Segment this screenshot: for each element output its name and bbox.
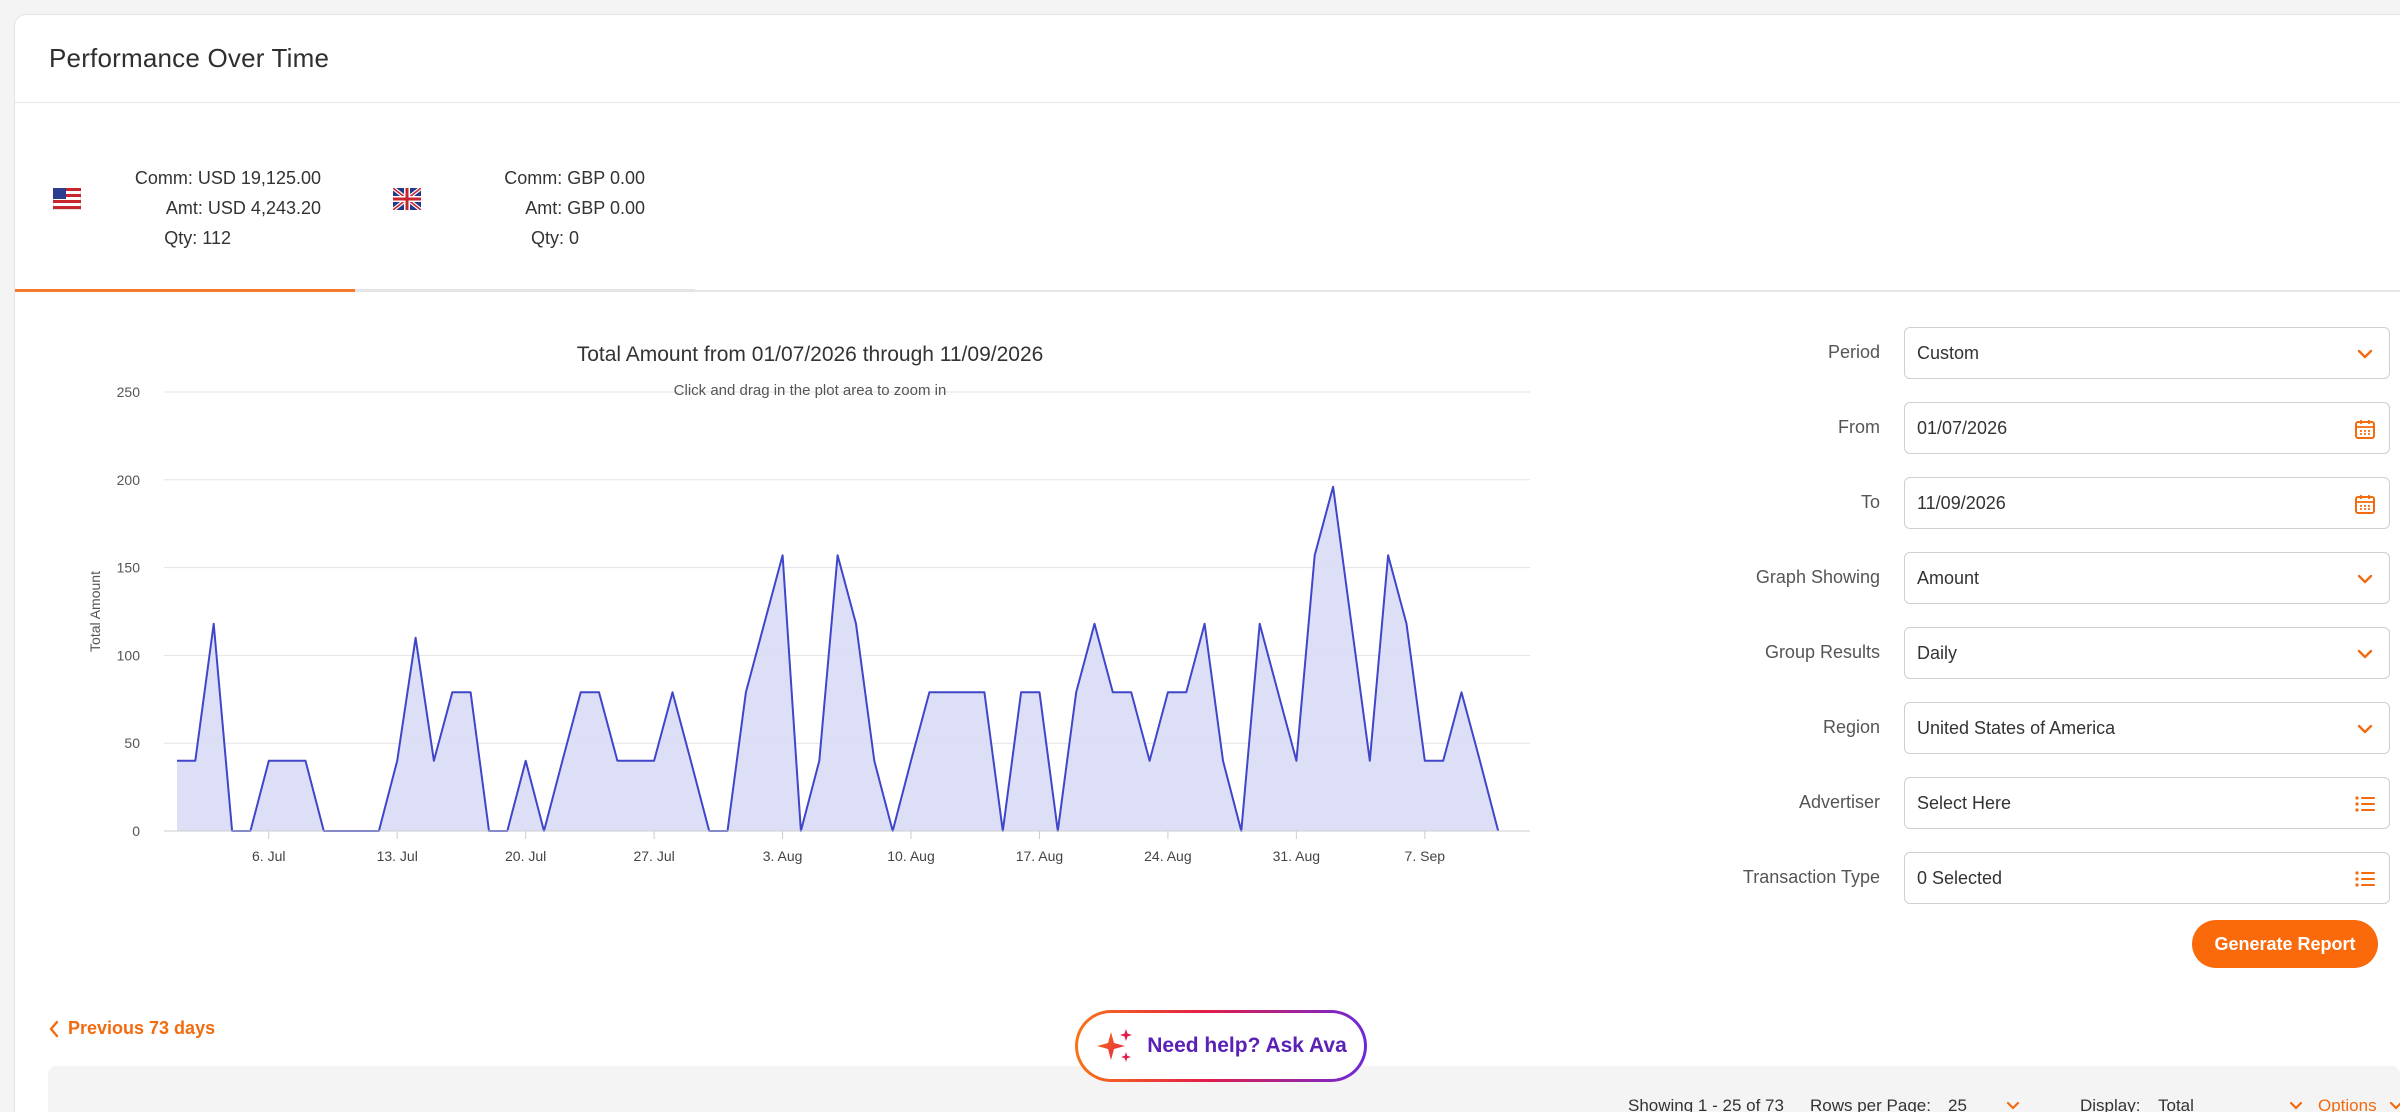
display-select[interactable]: Total — [2158, 1096, 2303, 1112]
period-value: Custom — [1917, 343, 1980, 363]
from-value: 01/07/2026 — [1917, 418, 2008, 438]
usd-amt: Amt: USD 4,243.20 — [165, 198, 321, 218]
region-row: Region United States of America — [1700, 702, 2390, 754]
calendar-icon[interactable] — [2353, 492, 2377, 516]
y-axis-label: Total Amount — [87, 571, 103, 652]
currency-tabs: Comm: USD 19,125.00 Amt: USD 4,243.20 Qt… — [15, 103, 2400, 292]
from-date-input[interactable]: 01/07/2026 — [1904, 402, 2390, 454]
x-tick-label: 10. Aug — [887, 848, 935, 864]
group-results-row: Group Results Daily — [1700, 627, 2390, 679]
chart-title: Total Amount from 01/07/2026 through 11/… — [576, 343, 1044, 366]
group-results-value: Daily — [1917, 643, 1958, 663]
tab-gbp[interactable]: Comm: GBP 0.00 Amt: GBP 0.00 Qty: 0 — [355, 103, 695, 292]
us-flag-icon — [53, 188, 81, 210]
ask-ava-label: Need help? Ask Ava — [1147, 1034, 1347, 1057]
graph-showing-label: Graph Showing — [1755, 567, 1880, 587]
to-value: 11/09/2026 — [1917, 493, 2006, 513]
period-select[interactable]: Custom — [1904, 327, 2390, 379]
transaction-type-value: 0 Selected — [1917, 868, 2003, 888]
previous-period-link[interactable]: Previous 73 days — [48, 1018, 215, 1039]
x-tick-label: 31. Aug — [1273, 848, 1321, 864]
pagination-summary: Showing 1 - 25 of 73 — [1628, 1096, 1784, 1112]
gbp-stats: Comm: GBP 0.00 Amt: GBP 0.00 Qty: 0 — [504, 163, 645, 253]
chevron-down-icon — [2390, 1101, 2400, 1110]
card-header: Performance Over Time — [15, 15, 2400, 103]
region-label: Region — [1822, 717, 1880, 737]
advertiser-picker[interactable]: Select Here — [1904, 777, 2390, 829]
gbp-qty: Qty: 0 — [530, 228, 579, 248]
tab-usd[interactable]: Comm: USD 19,125.00 Amt: USD 4,243.20 Qt… — [15, 103, 355, 292]
chevron-down-icon — [2357, 574, 2373, 584]
chevron-down-icon — [2357, 349, 2373, 359]
region-value: United States of America — [1917, 718, 2116, 738]
gbp-amt: Amt: GBP 0.00 — [525, 198, 645, 218]
y-tick-label: 100 — [117, 647, 141, 663]
series-area — [177, 486, 1499, 831]
list-icon[interactable] — [2353, 792, 2377, 816]
options-label: Options — [2318, 1096, 2377, 1112]
to-label: To — [1860, 492, 1880, 512]
region-select[interactable]: United States of America — [1904, 702, 2390, 754]
ask-ava-inner: Need help? Ask Ava — [1078, 1013, 1364, 1079]
usd-stats: Comm: USD 19,125.00 Amt: USD 4,243.20 Qt… — [135, 163, 321, 253]
previous-period-label: Previous 73 days — [68, 1018, 216, 1038]
chevron-down-icon — [2289, 1101, 2302, 1110]
chevron-down-icon — [2006, 1101, 2019, 1110]
period-label: Period — [1827, 342, 1880, 362]
advertiser-row: Advertiser Select Here — [1700, 777, 2390, 829]
rows-per-page-select[interactable]: 25 — [1948, 1096, 2020, 1112]
transaction-type-label: Transaction Type — [1742, 867, 1880, 887]
uk-flag-icon — [393, 188, 421, 210]
x-tick-label: 7. Sep — [1405, 848, 1446, 864]
y-tick-label: 200 — [117, 472, 141, 488]
group-results-label: Group Results — [1764, 642, 1880, 662]
gbp-comm: Comm: GBP 0.00 — [504, 168, 645, 188]
x-tick-label: 13. Jul — [377, 848, 418, 864]
to-row: To 11/09/2026 — [1700, 477, 2390, 529]
generate-report-button[interactable]: Generate Report — [2192, 920, 2378, 968]
from-row: From 01/07/2026 — [1700, 402, 2390, 454]
chevron-down-icon — [2357, 724, 2373, 734]
x-tick-label: 27. Jul — [633, 848, 674, 864]
period-row: Period Custom — [1700, 327, 2390, 379]
list-icon[interactable] — [2353, 867, 2377, 891]
y-tick-label: 50 — [124, 735, 140, 751]
display-value: Total — [2158, 1096, 2194, 1112]
advertiser-label: Advertiser — [1798, 792, 1880, 812]
chart-svg[interactable]: 0501001502002506. Jul 13. Jul 20. Jul 27. J… — [70, 320, 1550, 880]
x-tick-label: 6. Jul — [252, 848, 285, 864]
group-results-select[interactable]: Daily — [1904, 627, 2390, 679]
graph-showing-value: Amount — [1917, 568, 1980, 588]
y-tick-label: 150 — [117, 560, 141, 576]
rows-per-page-label: Rows per Page: — [1810, 1096, 1931, 1112]
page-title: Performance Over Time — [49, 43, 330, 73]
chevron-left-icon — [49, 1020, 59, 1037]
transaction-type-row: Transaction Type 0 Selected — [1700, 852, 2390, 904]
sparkle-icon — [1097, 1029, 1133, 1062]
usd-qty: Qty: 112 — [164, 228, 231, 248]
from-label: From — [1838, 417, 1880, 437]
x-tick-label: 24. Aug — [1144, 848, 1192, 864]
x-tick-label: 17. Aug — [1016, 848, 1063, 864]
transaction-type-picker[interactable]: 0 Selected — [1904, 852, 2390, 904]
x-tick-label: 3. Aug — [763, 848, 803, 864]
usd-comm: Comm: USD 19,125.00 — [134, 168, 321, 188]
display-label: Display: — [2080, 1096, 2141, 1112]
graph-showing-select[interactable]: Amount — [1904, 552, 2390, 604]
graph-showing-row: Graph Showing Amount — [1700, 552, 2390, 604]
x-tick-label: 20. Jul — [505, 848, 546, 864]
calendar-icon[interactable] — [2353, 417, 2377, 441]
chevron-down-icon — [2357, 649, 2373, 659]
y-tick-label: 0 — [132, 823, 140, 839]
rows-per-page-value: 25 — [1948, 1096, 1967, 1112]
ask-ava-button[interactable]: Need help? Ask Ava — [1075, 1010, 1367, 1082]
options-menu[interactable]: Options — [2318, 1096, 2400, 1112]
performance-chart[interactable]: Total Amount from 01/07/2026 through 11/… — [70, 320, 1550, 880]
advertiser-value: Select Here — [1917, 793, 2012, 813]
chart-subtitle: Click and drag in the plot area to zoom … — [673, 382, 947, 399]
to-date-input[interactable]: 11/09/2026 — [1904, 477, 2390, 529]
